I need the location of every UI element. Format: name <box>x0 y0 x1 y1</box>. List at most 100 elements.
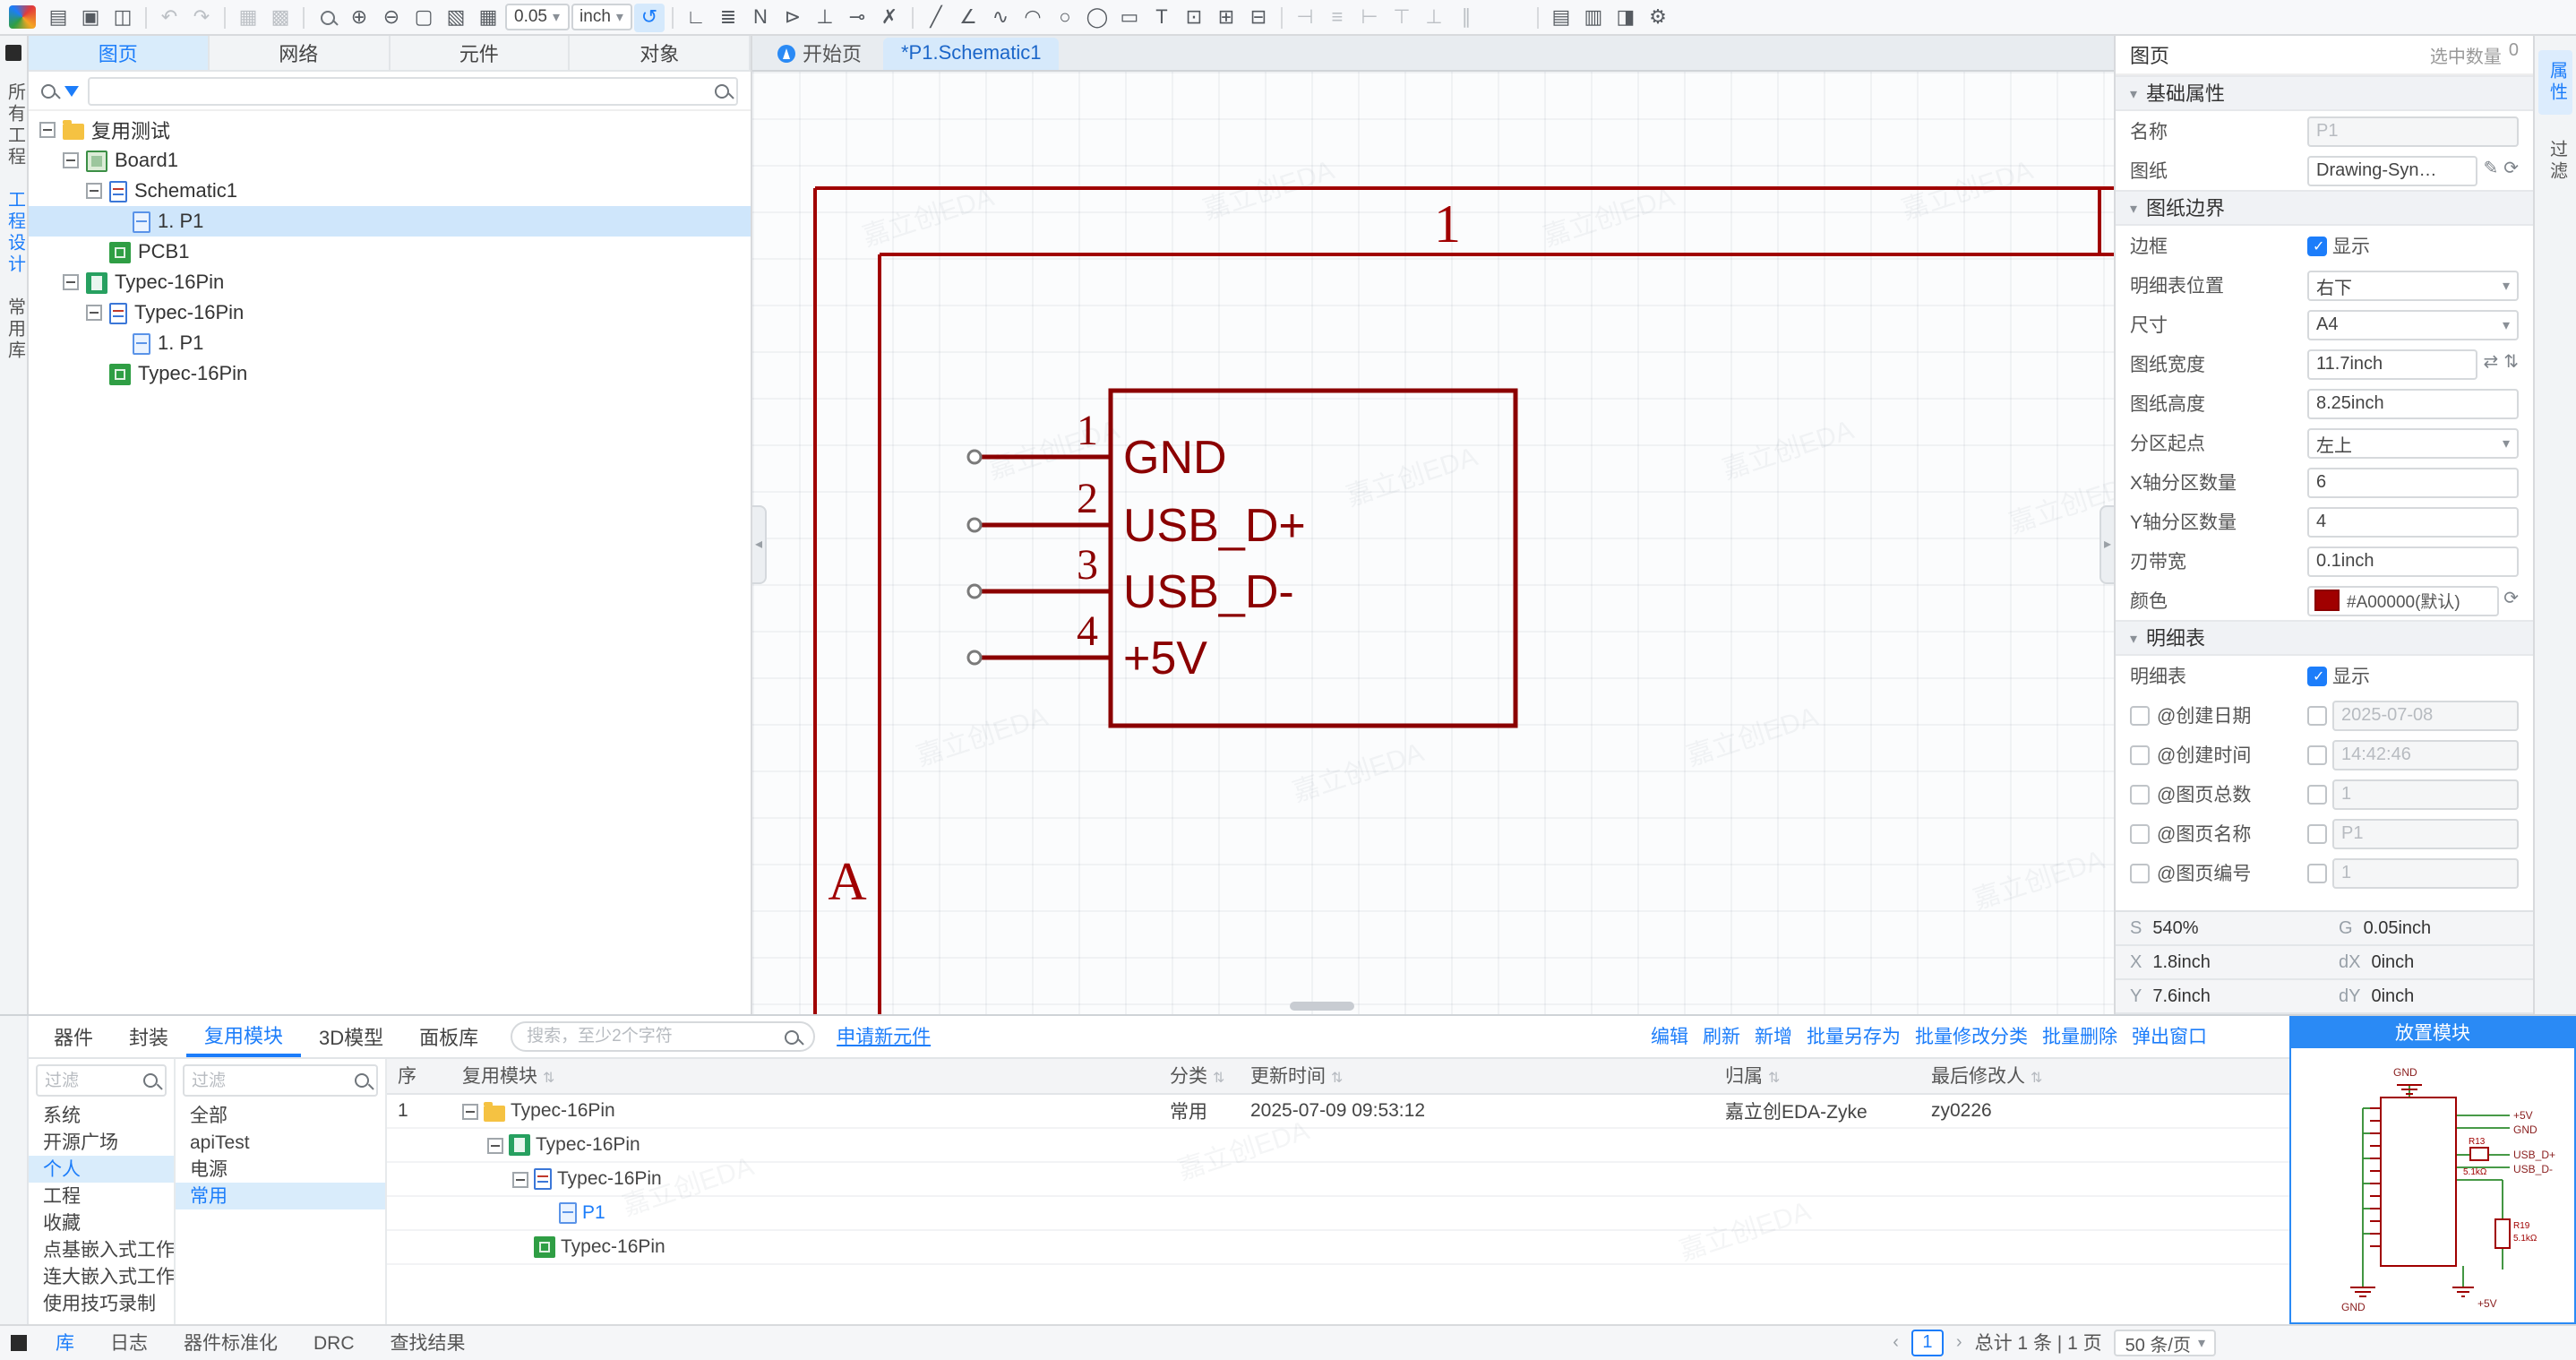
tab-3d-models[interactable]: 3D模型 <box>301 1016 401 1057</box>
group-item-tips[interactable]: 使用技巧录制 <box>29 1290 174 1317</box>
tree-item-schematic[interactable]: Schematic1 <box>29 176 751 206</box>
rail-tab-project-design[interactable]: 工程设计 <box>0 190 27 276</box>
circle-tool-icon[interactable]: ○ <box>1050 3 1080 31</box>
group-item-project[interactable]: 工程 <box>29 1183 174 1209</box>
copy-icon[interactable]: ▦ <box>233 3 263 31</box>
tree-item-module-schematic[interactable]: Typec-16Pin <box>29 297 751 328</box>
request-component-link[interactable]: 申请新元件 <box>837 1023 931 1050</box>
zoom-in-icon[interactable]: ⊕ <box>344 3 374 31</box>
tab-reuse-modules[interactable]: 复用模块 <box>186 1016 301 1057</box>
column-header[interactable]: 最后修改人 <box>1931 1063 2025 1089</box>
table-tool-icon[interactable]: ⊞ <box>1211 3 1241 31</box>
tab-footprints[interactable]: 封装 <box>111 1016 186 1057</box>
add-new-button[interactable]: 新增 <box>1755 1023 1792 1050</box>
grid-toggle-icon[interactable]: ▦ <box>473 3 503 31</box>
table-row[interactable]: P1 <box>387 1197 2289 1231</box>
batch-save-as-button[interactable]: 批量另存为 <box>1807 1023 1901 1050</box>
line-tool-icon[interactable]: ╱ <box>921 3 951 31</box>
search-icon[interactable] <box>785 1029 799 1044</box>
batch-delete-button[interactable]: 批量删除 <box>2042 1023 2117 1050</box>
meta-checkbox[interactable] <box>2307 784 2327 804</box>
class-item-apitest[interactable]: apiTest <box>176 1129 385 1156</box>
group-item-studio-1[interactable]: 点基嵌入式工作室 <box>29 1236 174 1263</box>
column-header[interactable]: 更新时间 <box>1250 1063 1326 1089</box>
statusbar-tab-find-results[interactable]: 查找结果 <box>373 1326 484 1360</box>
column-header[interactable]: 复用模块 <box>462 1063 537 1089</box>
symbol-wizard-icon[interactable]: ▥ <box>1578 3 1609 31</box>
zoom-fit-icon[interactable]: ▢ <box>408 3 439 31</box>
bezier-tool-icon[interactable]: ∿ <box>985 3 1016 31</box>
project-search-input[interactable] <box>97 81 708 100</box>
tree-item-module[interactable]: Typec-16Pin <box>29 267 751 297</box>
section-sheet-border[interactable]: 图纸边界 <box>2116 190 2533 226</box>
x-zones-input[interactable] <box>2307 467 2519 497</box>
rail-tab-properties[interactable]: 属性 <box>2538 50 2572 115</box>
meta-checkbox[interactable] <box>2307 823 2327 843</box>
table-row[interactable]: 1 Typec-16Pin 常用 2025-07-09 09:53:12 嘉立创… <box>387 1095 2289 1129</box>
net-flag-tool-icon[interactable]: ⊥ <box>810 3 840 31</box>
paste-icon[interactable]: ▩ <box>265 3 296 31</box>
edit-pencil-icon[interactable] <box>2483 161 2498 179</box>
zoom-out-icon[interactable]: ⊖ <box>376 3 407 31</box>
text-tool-icon[interactable]: T <box>1146 3 1177 31</box>
tab-nets[interactable]: 网络 <box>210 36 391 70</box>
sort-icon[interactable] <box>543 1065 554 1087</box>
refresh-button[interactable]: 刷新 <box>1703 1023 1740 1050</box>
group-filter-input[interactable] <box>45 1071 138 1090</box>
sort-icon[interactable] <box>1213 1065 1224 1087</box>
sheet-settings-icon[interactable]: ▤ <box>1546 3 1576 31</box>
meta-checkbox[interactable] <box>2307 863 2327 882</box>
filter-funnel-icon[interactable] <box>64 85 79 96</box>
unit-select[interactable]: inch <box>571 4 632 30</box>
border-color-picker[interactable]: #A00000(默认) <box>2307 585 2498 615</box>
pin-tool-icon[interactable]: ⊸ <box>842 3 872 31</box>
expand-toggle-icon[interactable] <box>512 1171 528 1187</box>
tree-item-board[interactable]: Board1 <box>29 145 751 176</box>
expand-toggle-icon[interactable] <box>86 183 102 199</box>
tab-schematic-p1[interactable]: *P1.Schematic1 <box>883 38 1060 70</box>
expand-toggle-icon[interactable] <box>63 152 79 168</box>
undo-icon[interactable]: ↶ <box>154 3 185 31</box>
sort-icon[interactable] <box>2031 1065 2042 1087</box>
class-item-all[interactable]: 全部 <box>176 1102 385 1129</box>
console-toggle-icon[interactable] <box>11 1335 27 1351</box>
ellipse-tool-icon[interactable]: ◯ <box>1082 3 1112 31</box>
next-page-icon[interactable]: › <box>1956 1333 1962 1353</box>
batch-reclassify-button[interactable]: 批量修改分类 <box>1915 1023 2028 1050</box>
reset-color-icon[interactable] <box>2503 591 2519 609</box>
bus-tool-icon[interactable]: ≣ <box>713 3 743 31</box>
select-tool-icon[interactable]: ▧ <box>441 3 471 31</box>
band-width-input[interactable] <box>2307 546 2519 576</box>
border-show-checkbox[interactable] <box>2307 236 2327 255</box>
align-bottom-icon[interactable]: ⊥ <box>1419 3 1449 31</box>
column-header[interactable]: 分类 <box>1170 1063 1207 1089</box>
open-file-icon[interactable]: ▣ <box>75 3 106 31</box>
class-item-power[interactable]: 电源 <box>176 1156 385 1183</box>
horizontal-scrollbar[interactable] <box>1290 1002 1354 1011</box>
expand-toggle-icon[interactable] <box>487 1137 503 1153</box>
tree-item-module-page-p1[interactable]: 1. P1 <box>29 328 751 358</box>
group-item-opensource[interactable]: 开源广场 <box>29 1129 174 1156</box>
bom-show-checkbox[interactable] <box>2307 666 2327 685</box>
wire-tool-icon[interactable]: ∟ <box>681 3 711 31</box>
page-number[interactable]: 1 <box>1911 1330 1944 1356</box>
tab-pages[interactable]: 图页 <box>29 36 210 70</box>
align-left-icon[interactable]: ⊣ <box>1290 3 1320 31</box>
swap-dimensions-icon[interactable] <box>2503 355 2519 373</box>
tab-panel-library[interactable]: 面板库 <box>401 1016 496 1057</box>
rail-tab-all-projects[interactable]: 所有工程 <box>0 82 27 168</box>
zone-origin-select[interactable]: 左上 <box>2307 427 2519 458</box>
sheet-input[interactable] <box>2307 155 2477 185</box>
net-label-tool-icon[interactable]: N <box>745 3 776 31</box>
align-right-icon[interactable]: ⊢ <box>1354 3 1385 31</box>
statusbar-tab-log[interactable]: 日志 <box>92 1326 166 1360</box>
tab-devices[interactable]: 器件 <box>36 1016 111 1057</box>
meta-checkbox[interactable] <box>2130 823 2150 843</box>
panel-layout-icon[interactable]: ◨ <box>1610 3 1641 31</box>
meta-checkbox[interactable] <box>2307 705 2327 725</box>
tab-components[interactable]: 元件 <box>390 36 571 70</box>
expand-toggle-icon[interactable] <box>39 122 56 138</box>
snap-tool-icon[interactable]: ↺ <box>634 3 665 31</box>
settings-gear-icon[interactable]: ⚙ <box>1643 3 1673 31</box>
sheet-size-select[interactable]: A4 <box>2307 309 2519 340</box>
